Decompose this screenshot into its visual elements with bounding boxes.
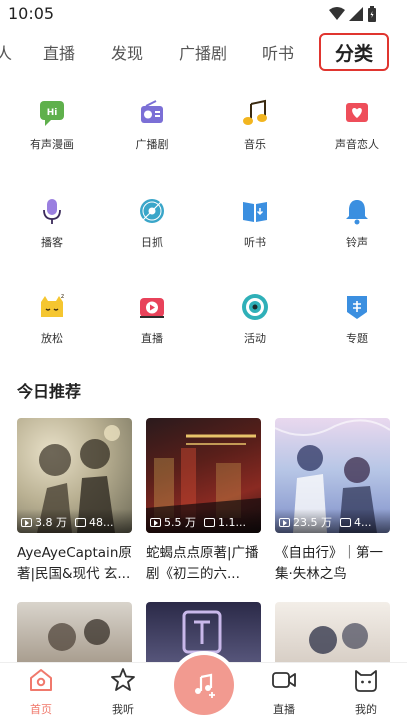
recommend-card-partial[interactable]	[275, 602, 390, 662]
play-count: 5.5 万	[164, 516, 196, 529]
tab-audiobook[interactable]: 听书	[262, 40, 294, 64]
category-activity[interactable]: 活动	[215, 292, 295, 362]
episodes-icon	[204, 517, 215, 527]
episode-count: 4...	[354, 515, 372, 529]
target-icon	[242, 294, 268, 320]
category-label: 播客	[41, 236, 63, 249]
category-music[interactable]: 音乐	[215, 98, 295, 168]
signal-icon	[349, 7, 363, 21]
episode-count: 1.1...	[218, 515, 246, 529]
category-label: 活动	[244, 332, 266, 345]
card-title[interactable]: 蛇蝎点点原著|广播剧《初三的六...	[146, 543, 261, 585]
category-label: 声音恋人	[335, 138, 379, 151]
special-shield-icon	[347, 296, 367, 319]
category-label: 听书	[244, 236, 266, 249]
tab-partial[interactable]: 人	[0, 40, 12, 64]
cover-art	[309, 623, 368, 654]
category-label: 铃声	[346, 236, 368, 249]
nav-label: 我听	[112, 703, 134, 716]
play-count-icon	[150, 517, 161, 527]
category-label: 专题	[346, 332, 368, 345]
cover-meta: 5.5 万 1.1...	[150, 514, 259, 530]
category-label: 音乐	[244, 138, 266, 151]
tab-discover[interactable]: 发现	[111, 40, 143, 64]
category-live[interactable]: 直播	[112, 292, 192, 362]
center-play-button[interactable]	[174, 655, 234, 715]
cover-art	[182, 610, 222, 654]
cover-image[interactable]: 23.5 万 4...	[275, 418, 390, 533]
nav-my-listen[interactable]: 我听	[93, 667, 153, 717]
star-icon	[111, 668, 135, 691]
recommend-card[interactable]: 23.5 万 4... 《自由行》｜第一集·失林之鸟	[275, 418, 390, 585]
book-icon	[243, 202, 267, 222]
category-voice-lover[interactable]: 声音恋人	[317, 98, 397, 168]
episodes-icon	[75, 517, 86, 527]
nav-label: 直播	[273, 703, 295, 716]
heart-envelope-icon	[346, 103, 368, 122]
category-label: 有声漫画	[30, 138, 74, 151]
status-time: 10:05	[8, 4, 55, 23]
cover-meta: 23.5 万 4...	[279, 514, 388, 530]
tab-live[interactable]: 直播	[43, 40, 75, 64]
top-tabs: 人 直播 发现 广播剧 听书 分类	[0, 30, 407, 74]
play-count: 3.8 万	[35, 516, 67, 529]
cat-face-icon	[355, 670, 377, 692]
category-label: 放松	[41, 332, 63, 345]
live-tv-icon	[140, 298, 164, 318]
cover-meta: 3.8 万 48...	[21, 514, 130, 530]
recommend-card[interactable]: 3.8 万 48... AyeAyeCaptain原著|民国&现代 玄...	[17, 418, 132, 585]
tab-category[interactable]: 分类	[319, 33, 389, 71]
card-title[interactable]: 《自由行》｜第一集·失林之鸟	[275, 543, 390, 585]
bell-icon	[346, 200, 368, 225]
play-count-icon	[279, 517, 290, 527]
recommend-card-partial[interactable]	[17, 602, 132, 662]
svg-text:z: z	[61, 293, 64, 300]
category-relax[interactable]: z 放松	[12, 292, 92, 362]
category-audiobook[interactable]: 听书	[215, 196, 295, 266]
tab-radio-drama[interactable]: 广播剧	[179, 40, 227, 64]
play-count-icon	[21, 517, 32, 527]
nav-label: 首页	[30, 703, 52, 716]
category-radio-drama[interactable]: 广播剧	[112, 98, 192, 168]
category-ringtone[interactable]: 铃声	[317, 196, 397, 266]
status-bar: 10:05	[0, 0, 407, 28]
recommend-card[interactable]: 5.5 万 1.1... 蛇蝎点点原著|广播剧《初三的六...	[146, 418, 261, 585]
cover-image[interactable]: 3.8 万 48...	[17, 418, 132, 533]
battery-icon	[368, 6, 376, 22]
disc-icon	[140, 199, 164, 223]
category-special[interactable]: 专题	[317, 292, 397, 362]
episode-count: 48...	[89, 515, 114, 529]
nav-label: 我的	[355, 703, 377, 716]
category-label: 直播	[141, 332, 163, 345]
nav-home[interactable]: 首页	[11, 667, 71, 717]
play-count: 23.5 万	[293, 516, 332, 529]
episodes-icon	[340, 517, 351, 527]
nav-live[interactable]: 直播	[254, 667, 314, 717]
comic-hi-icon: Hi	[40, 101, 64, 126]
music-note-icon	[243, 99, 267, 125]
recommend-card-partial[interactable]	[146, 602, 261, 662]
category-label: 广播剧	[135, 138, 169, 151]
video-camera-icon	[272, 672, 296, 688]
category-daily[interactable]: 日抓	[112, 196, 192, 266]
status-icons	[329, 6, 377, 22]
nav-mine[interactable]: 我的	[336, 667, 396, 717]
music-plus-icon	[195, 673, 215, 698]
card-title[interactable]: AyeAyeCaptain原著|民国&现代 玄...	[17, 543, 132, 585]
category-label: 日抓	[141, 236, 163, 249]
home-icon	[30, 669, 52, 691]
sleepy-cat-icon: z	[41, 293, 64, 317]
app-screen: 10:05 人 直播 发现 广播剧 听书 分类 Hi 有声漫画 广播剧 音乐 声…	[0, 0, 407, 724]
cover-image[interactable]: 5.5 万 1.1...	[146, 418, 261, 533]
svg-text:Hi: Hi	[47, 108, 58, 118]
radio-icon	[141, 100, 163, 123]
category-comic[interactable]: Hi 有声漫画	[12, 98, 92, 168]
microphone-icon	[43, 199, 61, 224]
category-podcast[interactable]: 播客	[12, 196, 92, 266]
wifi-icon	[329, 7, 345, 20]
cover-art	[48, 619, 110, 651]
section-title: 今日推荐	[17, 382, 82, 401]
